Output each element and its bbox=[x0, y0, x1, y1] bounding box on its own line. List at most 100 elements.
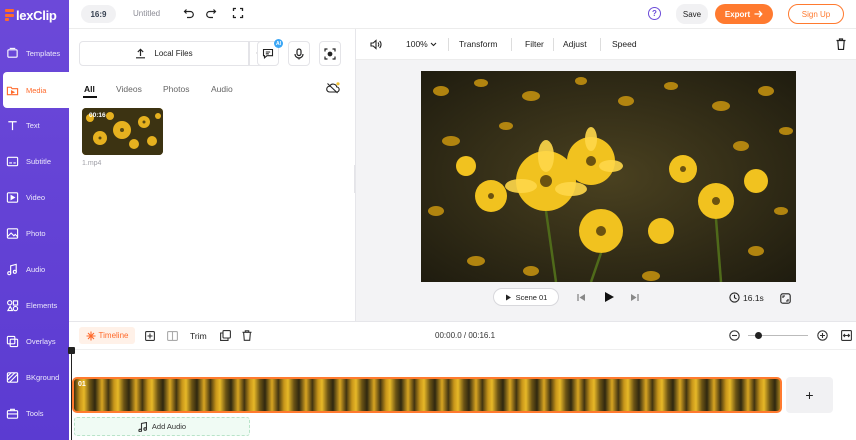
help-icon[interactable]: ? bbox=[648, 7, 661, 20]
scene-selector[interactable]: Scene 01 bbox=[493, 288, 559, 306]
adjust-button[interactable]: Adjust bbox=[563, 39, 587, 49]
media-panel: Local Files AI All Videos Photos Audio 0… bbox=[69, 29, 354, 321]
zoom-value: 100% bbox=[406, 39, 428, 49]
elements-icon bbox=[6, 299, 19, 311]
media-filename: 1.mp4 bbox=[82, 160, 102, 167]
fit-timeline-icon[interactable] bbox=[841, 330, 852, 341]
previous-scene-icon[interactable] bbox=[577, 293, 586, 302]
media-icon bbox=[6, 86, 19, 95]
video-preview-canvas[interactable] bbox=[421, 71, 796, 282]
sidebar-item-label: Text bbox=[26, 120, 40, 130]
add-scene-button[interactable]: + bbox=[786, 377, 833, 413]
play-icon[interactable] bbox=[603, 291, 615, 303]
flexclip-logo-icon bbox=[5, 9, 15, 21]
scene-label: Scene 01 bbox=[515, 292, 548, 302]
upload-icon bbox=[136, 48, 146, 59]
sidebar-item-label: Overlays bbox=[26, 336, 56, 346]
timeline-time: 00:00.0 / 00:16.1 bbox=[435, 331, 496, 340]
sidebar-item-overlays[interactable]: Overlays bbox=[0, 323, 69, 359]
play-small-icon bbox=[505, 294, 511, 300]
export-button[interactable]: Export bbox=[715, 4, 773, 24]
project-title[interactable]: Untitled bbox=[133, 9, 160, 18]
undo-icon[interactable] bbox=[183, 7, 195, 19]
fullscreen-icon[interactable] bbox=[232, 7, 244, 19]
app-logo[interactable]: lexClip bbox=[5, 6, 57, 24]
tab-all[interactable]: All bbox=[84, 84, 95, 94]
divider bbox=[553, 38, 554, 51]
zoom-dropdown[interactable]: 100% bbox=[406, 39, 437, 49]
zoom-out-icon[interactable] bbox=[729, 330, 740, 341]
add-scene-icon[interactable] bbox=[145, 331, 155, 341]
media-duration: 00:16 bbox=[89, 112, 106, 119]
sidebar-item-elements[interactable]: Elements bbox=[0, 287, 69, 323]
sidebar-item-media[interactable]: Media bbox=[3, 72, 69, 108]
filter-button[interactable]: Filter bbox=[525, 39, 544, 49]
timeline-label: Timeline bbox=[98, 331, 129, 340]
overlays-icon bbox=[6, 335, 19, 347]
screen-record-button[interactable] bbox=[319, 41, 341, 66]
aspect-ratio-button[interactable]: 16:9 bbox=[81, 5, 116, 23]
sidebar-item-label: BKground bbox=[26, 372, 60, 382]
active-tab-indicator bbox=[83, 96, 97, 98]
photo-icon bbox=[6, 227, 19, 239]
sidebar-item-label: Subtitle bbox=[26, 156, 52, 166]
chat-text-icon bbox=[262, 48, 274, 59]
sign-up-button[interactable]: Sign Up bbox=[788, 4, 844, 24]
logo-text: lexClip bbox=[16, 7, 57, 23]
duration-value: 16.1s bbox=[743, 292, 764, 303]
trash-icon[interactable] bbox=[836, 38, 846, 50]
timeline-toolbar: Timeline Trim 00:00.0 / 00:16.1 bbox=[69, 322, 856, 349]
sidebar-item-subtitle[interactable]: Subtitle bbox=[0, 143, 69, 179]
video-clip-track[interactable]: 01 bbox=[72, 377, 782, 413]
timeline-ruler[interactable] bbox=[69, 349, 856, 375]
tab-audio[interactable]: Audio bbox=[211, 84, 233, 94]
sidebar-item-video[interactable]: Video bbox=[0, 179, 69, 215]
media-thumbnail[interactable]: 00:16 bbox=[82, 108, 163, 155]
audio-icon bbox=[7, 263, 17, 275]
sidebar-item-label: Media bbox=[26, 85, 47, 95]
cloud-off-icon[interactable] bbox=[326, 82, 340, 94]
tab-photos[interactable]: Photos bbox=[163, 84, 189, 94]
sidebar-item-background[interactable]: BKground bbox=[0, 359, 69, 395]
speed-button[interactable]: Speed bbox=[612, 39, 637, 49]
playhead-handle[interactable] bbox=[68, 347, 75, 354]
save-button[interactable]: Save bbox=[676, 4, 708, 24]
sidebar-item-label: Photo bbox=[26, 228, 46, 238]
sidebar-item-label: Tools bbox=[26, 408, 44, 418]
transform-button[interactable]: Transform bbox=[459, 39, 497, 49]
fullscreen-preview-icon[interactable] bbox=[780, 293, 791, 304]
sidebar-item-templates[interactable]: Templates bbox=[0, 35, 69, 71]
add-audio-button[interactable]: Add Audio bbox=[74, 417, 250, 436]
local-files-button[interactable]: Local Files bbox=[79, 41, 249, 66]
sidebar-item-tools[interactable]: Tools bbox=[0, 395, 69, 431]
duplicate-icon[interactable] bbox=[220, 330, 231, 341]
clip-index: 01 bbox=[78, 381, 86, 388]
video-icon bbox=[6, 191, 19, 203]
split-icon[interactable] bbox=[167, 331, 178, 341]
divider bbox=[600, 38, 601, 51]
editor-toolbar: 100% Transform Filter Adjust Speed bbox=[356, 29, 856, 60]
trim-button[interactable]: Trim bbox=[190, 331, 207, 341]
record-audio-button[interactable] bbox=[288, 41, 310, 66]
sidebar-item-label: Video bbox=[26, 192, 46, 202]
sidebar-item-photo[interactable]: Photo bbox=[0, 215, 69, 251]
tab-videos[interactable]: Videos bbox=[116, 84, 142, 94]
timeline-toggle-button[interactable]: Timeline bbox=[79, 327, 135, 344]
zoom-in-icon[interactable] bbox=[817, 330, 828, 341]
next-scene-icon[interactable] bbox=[630, 293, 639, 302]
timeline-panel: Timeline Trim 00:00.0 / 00:16.1 01 + Add… bbox=[68, 321, 856, 440]
sidebar-item-audio[interactable]: Audio bbox=[0, 251, 69, 287]
delete-icon[interactable] bbox=[242, 330, 252, 341]
volume-icon[interactable] bbox=[370, 39, 382, 50]
clock-icon bbox=[729, 292, 740, 303]
templates-icon bbox=[7, 47, 18, 58]
redo-icon[interactable] bbox=[205, 7, 217, 19]
music-note-icon bbox=[138, 421, 147, 432]
tools-icon bbox=[6, 408, 19, 419]
add-audio-label: Add Audio bbox=[151, 422, 187, 431]
playback-controls: Scene 01 16.1s bbox=[356, 288, 856, 310]
total-duration: 16.1s bbox=[729, 292, 764, 303]
zoom-slider-handle[interactable] bbox=[755, 332, 762, 339]
sidebar-item-text[interactable]: Text bbox=[0, 107, 69, 143]
sidebar: lexClip Templates Media Text Subtitle Vi… bbox=[0, 0, 69, 440]
